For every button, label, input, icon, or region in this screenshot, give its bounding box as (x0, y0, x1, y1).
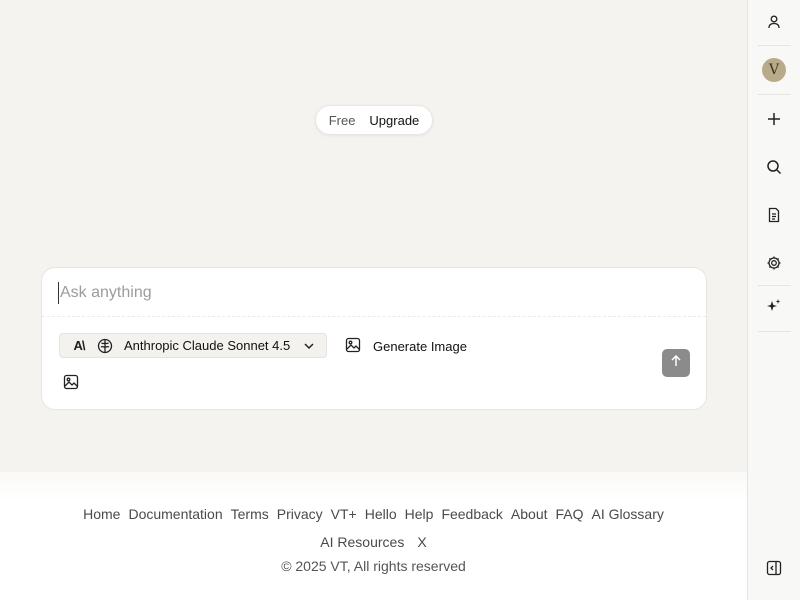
footer-link-hello[interactable]: Hello (365, 506, 397, 522)
settings-button[interactable] (748, 241, 800, 289)
footer-link-documentation[interactable]: Documentation (128, 506, 222, 522)
sidebar-toggle-icon (766, 560, 782, 581)
plus-icon (766, 111, 782, 132)
sparkles-icon (766, 298, 782, 319)
search-button[interactable] (748, 145, 800, 193)
footer-link-about[interactable]: About (511, 506, 548, 522)
send-button[interactable] (662, 349, 690, 377)
footer-link-privacy[interactable]: Privacy (277, 506, 323, 522)
avatar: V (762, 58, 786, 82)
footer-link-faq[interactable]: FAQ (556, 506, 584, 522)
footer-link-feedback[interactable]: Feedback (441, 506, 502, 522)
plan-upgrade-option[interactable]: Upgrade (369, 113, 419, 128)
image-attach-icon (63, 374, 79, 394)
model-name: Anthropic Claude Sonnet 4.5 (124, 338, 291, 353)
footer-link-x[interactable]: X (417, 534, 426, 550)
right-sidebar: V (747, 0, 800, 600)
new-chat-button[interactable] (748, 97, 800, 145)
footer-links: Home Documentation Terms Privacy VT+ Hel… (0, 506, 747, 522)
gear-icon (766, 255, 782, 276)
footer-link-vt-plus[interactable]: VT+ (331, 506, 357, 522)
footer-link-terms[interactable]: Terms (231, 506, 269, 522)
chevron-down-icon (302, 339, 316, 353)
documents-button[interactable] (748, 193, 800, 241)
generate-image-button[interactable]: Generate Image (345, 334, 467, 358)
plan-toggle: Free Upgrade (315, 105, 433, 135)
model-selector[interactable]: A\ Anthropic Claude Sonnet 4.5 (59, 333, 327, 358)
copyright: © 2025 VT, All rights reserved (281, 558, 466, 574)
plan-free-option[interactable]: Free (329, 113, 356, 128)
image-icon (345, 337, 361, 356)
footer-link-home[interactable]: Home (83, 506, 120, 522)
document-icon (766, 207, 782, 228)
footer-links-secondary: AI Resources X (0, 534, 747, 550)
generate-image-label: Generate Image (373, 338, 467, 354)
anthropic-logo-icon: A\ (73, 338, 86, 353)
avatar-button[interactable]: V (748, 46, 800, 94)
chat-input[interactable] (58, 282, 688, 304)
attach-image-button[interactable] (63, 374, 81, 392)
brain-icon (96, 337, 114, 355)
arrow-up-icon (669, 354, 683, 373)
main-area: Free Upgrade A\ Anthropic Claude Sonnet … (0, 0, 747, 600)
user-icon (766, 14, 782, 35)
chat-composer: A\ Anthropic Claude Sonnet 4.5 Generate … (41, 267, 707, 410)
composer-divider (42, 316, 706, 317)
sidebar-divider (758, 331, 791, 332)
sidebar-toggle-button[interactable] (748, 546, 800, 594)
footer-link-ai-glossary[interactable]: AI Glossary (592, 506, 664, 522)
sidebar-divider (758, 94, 791, 95)
ai-features-button[interactable] (748, 284, 800, 332)
search-icon (766, 159, 782, 180)
footer-link-help[interactable]: Help (405, 506, 434, 522)
account-button[interactable] (748, 0, 800, 48)
footer-link-ai-resources[interactable]: AI Resources (320, 534, 404, 550)
